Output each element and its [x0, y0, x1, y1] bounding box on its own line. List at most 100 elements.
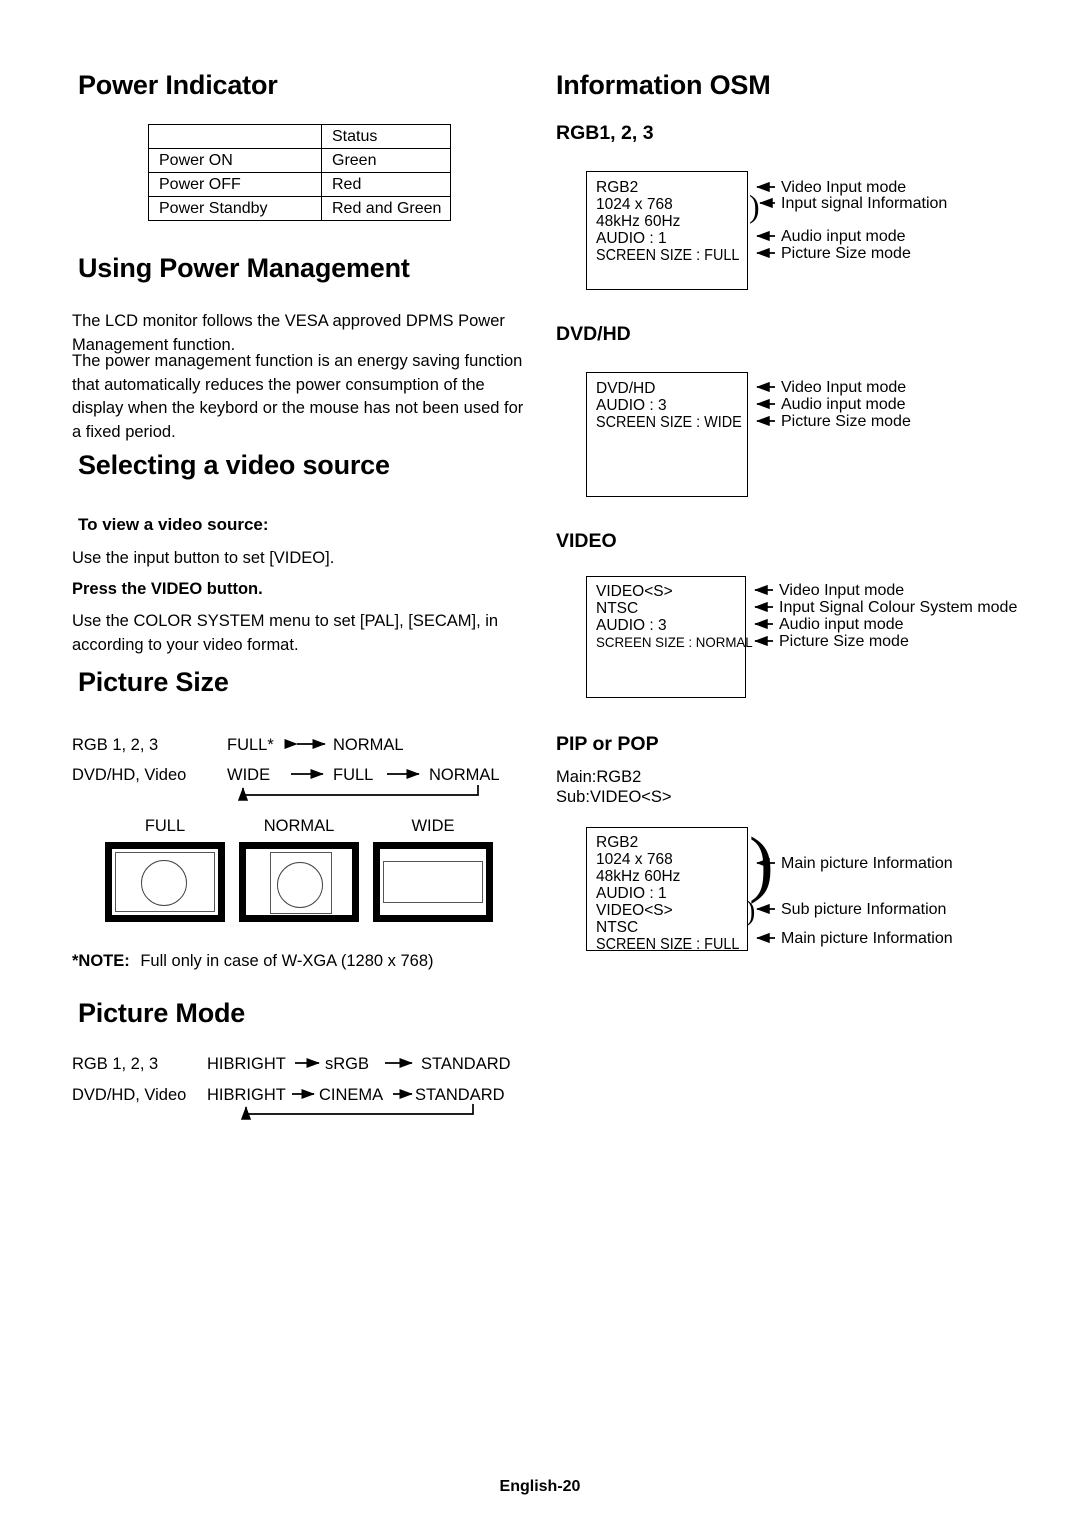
- osm-line: VIDEO<S>: [596, 902, 673, 919]
- osm-line: SCREEN SIZE : FULL: [596, 936, 740, 953]
- picture-mode-item-cinema: CINEMA: [319, 1086, 384, 1104]
- osm-box-rgb: RGB2 1024 x 768 48kHz 60Hz AUDIO : 1 SCR…: [586, 171, 748, 290]
- osm-line: 1024 x 768: [596, 196, 673, 213]
- table-cell: Red and Green: [321, 196, 451, 221]
- table-header-status: Status: [321, 124, 451, 149]
- power-management-paragraph-2: The power management function is an ener…: [72, 352, 524, 441]
- osm-line: SCREEN SIZE : NORMAL: [596, 634, 753, 650]
- diagram-inner-frame: [383, 861, 483, 903]
- video-source-line-1: Use the input button to set [VIDEO].: [72, 549, 335, 567]
- heading-information-osm: Information OSM: [556, 70, 771, 100]
- osm-callout: Main picture Information: [781, 930, 953, 947]
- table-cell: Power OFF: [148, 172, 322, 197]
- picture-size-row-label-dvdhd: DVD/HD, Video: [72, 766, 187, 784]
- video-source-line-3: Use the COLOR SYSTEM menu to set [PAL], …: [72, 612, 499, 654]
- osm-callout: Audio input mode: [779, 616, 904, 633]
- diagram-circle: [277, 862, 323, 908]
- osm-box-pip: RGB2 1024 x 768 48kHz 60Hz AUDIO : 1 VID…: [586, 827, 748, 953]
- diagram-caption-wide: WIDE: [411, 817, 455, 835]
- callout-arrows-rgb: [756, 181, 775, 259]
- diagram-caption-normal: NORMAL: [263, 817, 335, 835]
- osm-callout: Input Signal Colour System mode: [779, 599, 1018, 616]
- osm-line: 48kHz 60Hz: [596, 213, 681, 230]
- brace-rgb-signal: ): [749, 188, 760, 224]
- connector-arrows-layer: [237, 181, 775, 1120]
- osm-line: AUDIO : 1: [596, 230, 667, 247]
- subheading-rgb123: RGB1, 2, 3: [556, 122, 654, 144]
- picture-size-note-label: *NOTE:: [72, 952, 130, 970]
- picture-size-row-label-rgb: RGB 1, 2, 3: [72, 736, 159, 754]
- osm-callout: Picture Size mode: [781, 245, 911, 262]
- picture-mode-item-srgb: sRGB: [325, 1055, 370, 1073]
- table-cell: Green: [321, 148, 451, 173]
- osm-line: AUDIO : 1: [596, 885, 667, 902]
- table-cell: Red: [321, 172, 451, 197]
- arrow-picture-mode-loopback: [240, 1104, 474, 1120]
- picture-mode-item-hibright-2: HIBRIGHT: [207, 1086, 286, 1104]
- table-cell: [148, 124, 322, 149]
- diagram-circle: [141, 860, 187, 906]
- subheading-video: VIDEO: [556, 530, 617, 552]
- osm-box-dvdhd: DVD/HD AUDIO : 3 SCREEN SIZE : WIDE: [586, 372, 748, 497]
- heading-selecting-video-source: Selecting a video source: [78, 450, 390, 480]
- picture-size-item-full-star: FULL*: [227, 736, 274, 754]
- subheading-pip-or-pop: PIP or POP: [556, 733, 659, 755]
- osm-callout: Video Input mode: [781, 379, 907, 396]
- osm-callout: Video Input mode: [779, 582, 905, 599]
- osm-line: NTSC: [596, 600, 639, 617]
- arrow-picture-size-loopback: [237, 785, 479, 801]
- video-source-press-video-button: Press the VIDEO button.: [72, 580, 263, 598]
- table-cell: Power ON: [148, 148, 322, 173]
- osm-line: RGB2: [596, 179, 639, 196]
- picture-size-item-normal: NORMAL: [333, 736, 404, 754]
- osm-box-video: VIDEO<S> NTSC AUDIO : 3 SCREEN SIZE : NO…: [586, 576, 753, 698]
- osm-callout: Audio input mode: [781, 396, 906, 413]
- osm-line: RGB2: [596, 834, 639, 851]
- osm-line: VIDEO<S>: [596, 583, 673, 600]
- picture-mode-row-label-dvdhd: DVD/HD, Video: [72, 1086, 187, 1104]
- power-indicator-table: Status Power ON Green Power OFF Red Powe…: [148, 124, 451, 221]
- picture-mode-item-standard-2: STANDARD: [415, 1086, 505, 1104]
- picture-mode-item-hibright: HIBRIGHT: [207, 1055, 286, 1073]
- picture-size-note-text: Full only in case of W-XGA (1280 x 768): [140, 952, 434, 970]
- osm-callout: Audio input mode: [781, 228, 906, 245]
- pip-sub-source: Sub:VIDEO<S>: [556, 788, 672, 806]
- picture-mode-row-label-rgb: RGB 1, 2, 3: [72, 1055, 159, 1073]
- picture-mode-item-standard: STANDARD: [421, 1055, 511, 1073]
- heading-picture-size: Picture Size: [78, 667, 229, 697]
- osm-line: DVD/HD: [596, 380, 656, 397]
- picture-size-item-full: FULL: [333, 766, 374, 784]
- osm-callout: Sub picture Information: [781, 901, 947, 918]
- osm-callout: Picture Size mode: [779, 633, 909, 650]
- brace-pip-main: ): [749, 823, 774, 905]
- callout-arrows-dvdhd: [756, 381, 775, 427]
- osm-callout: Main picture Information: [781, 855, 953, 872]
- subheading-dvdhd: DVD/HD: [556, 323, 631, 345]
- table-row: Power OFF Red: [148, 172, 451, 197]
- picture-size-note: *NOTE: Full only in case of W-XGA (1280 …: [72, 952, 434, 971]
- heading-using-power-management: Using Power Management: [78, 253, 410, 283]
- heading-power-indicator: Power Indicator: [78, 70, 278, 100]
- osm-callout: Picture Size mode: [781, 413, 911, 430]
- table-cell: Power Standby: [148, 196, 322, 221]
- brace-pip-sub: ): [746, 896, 756, 927]
- table-row: Power Standby Red and Green: [148, 196, 451, 221]
- osm-line: 48kHz 60Hz: [596, 868, 681, 885]
- callout-arrows-video: [754, 584, 773, 647]
- subheading-to-view-video-source: To view a video source:: [78, 515, 269, 534]
- osm-line: 1024 x 768: [596, 851, 673, 868]
- heading-picture-mode: Picture Mode: [78, 998, 246, 1028]
- diagram-monitor-full: [105, 842, 225, 922]
- osm-line: AUDIO : 3: [596, 617, 667, 634]
- diagram-monitor-normal: [239, 842, 359, 922]
- osm-callout: Input signal Information: [781, 195, 948, 212]
- document-page: Power Indicator Status Power ON Green Po…: [0, 0, 1080, 1528]
- diagram-monitor-wide: [373, 842, 493, 922]
- table-row: Power ON Green: [148, 148, 451, 173]
- page-footer: English-20: [499, 1478, 581, 1495]
- osm-line: AUDIO : 3: [596, 397, 667, 414]
- picture-size-item-wide: WIDE: [227, 766, 271, 784]
- table-row: Status: [148, 124, 451, 149]
- osm-line: SCREEN SIZE : FULL: [596, 247, 740, 264]
- osm-line: NTSC: [596, 919, 639, 936]
